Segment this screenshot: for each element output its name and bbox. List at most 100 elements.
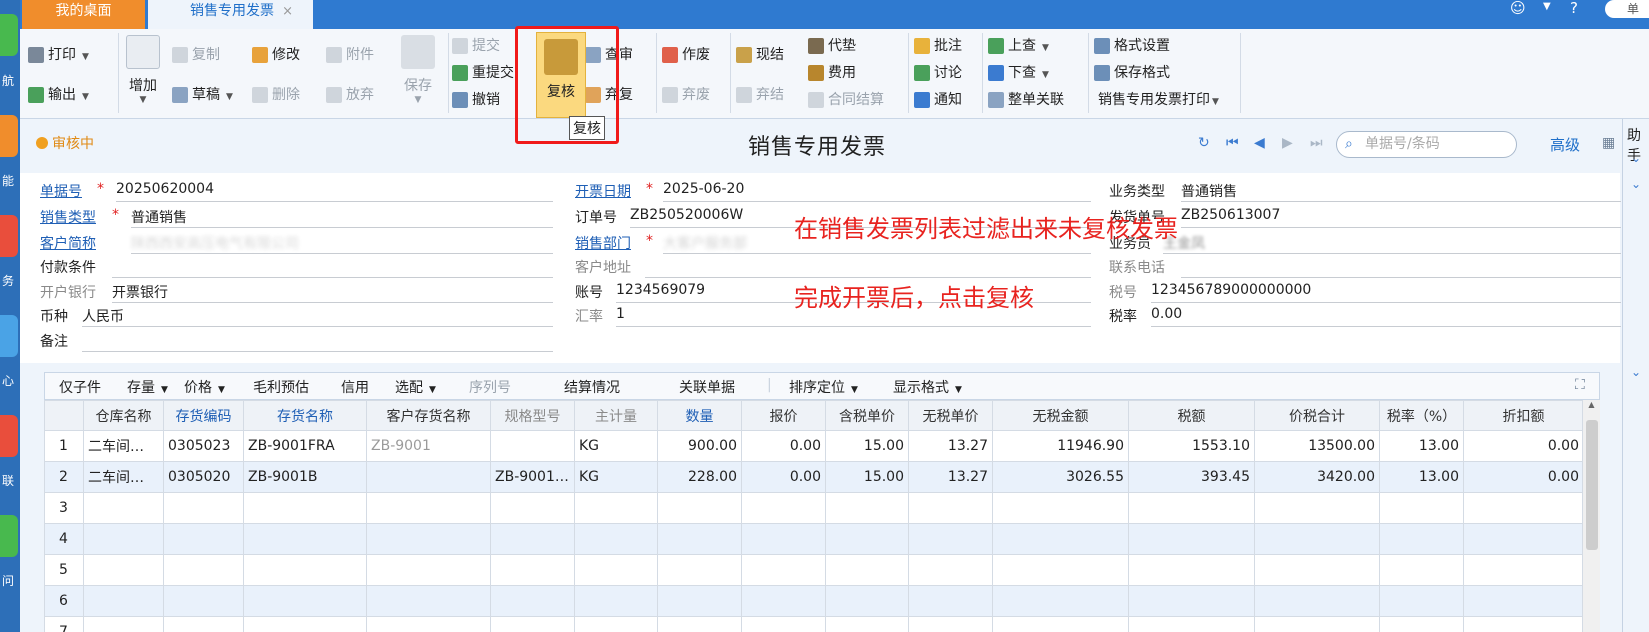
table-cell[interactable]: [908, 554, 993, 586]
column-header[interactable]: 存货编码: [163, 400, 244, 431]
table-cell[interactable]: [1128, 523, 1255, 555]
copy-button[interactable]: 复制: [172, 44, 220, 66]
table-cell[interactable]: 13.27: [908, 430, 993, 462]
attach-button[interactable]: 附件: [326, 44, 374, 66]
settlement-button[interactable]: 结算情况: [564, 377, 620, 397]
close-tab-icon[interactable]: ×: [282, 0, 293, 23]
table-cell[interactable]: [490, 554, 575, 586]
column-header[interactable]: [44, 400, 84, 431]
save-format-button[interactable]: 保存格式: [1094, 62, 1170, 84]
table-cell[interactable]: ZB-9001: [366, 430, 491, 462]
refresh-icon[interactable]: ↻: [1198, 135, 1210, 151]
discuss-button[interactable]: 讨论: [914, 62, 962, 84]
next-record-icon[interactable]: ▶: [1282, 135, 1293, 151]
sort-button[interactable]: 排序定位 ▼: [789, 377, 858, 397]
table-cell[interactable]: 13.27: [908, 461, 993, 493]
table-cell[interactable]: [741, 585, 826, 617]
app-shortcut-icon[interactable]: [0, 14, 18, 56]
table-cell[interactable]: [741, 554, 826, 586]
table-cell[interactable]: [574, 585, 658, 617]
table-cell[interactable]: 15.00: [825, 461, 909, 493]
table-cell[interactable]: [490, 523, 575, 555]
chevron-down-icon[interactable]: ▼: [1212, 97, 1219, 107]
advance-button[interactable]: 代垫: [808, 35, 856, 57]
unvoid-button[interactable]: 弃废: [662, 84, 710, 106]
biz-type-field[interactable]: 普通销售: [1181, 181, 1237, 201]
table-cell[interactable]: 228.00: [657, 461, 742, 493]
chevron-down-icon[interactable]: ▼: [1042, 70, 1049, 80]
table-cell[interactable]: [657, 616, 742, 632]
child-only-button[interactable]: 仅子件: [59, 377, 101, 397]
table-cell[interactable]: [243, 492, 367, 524]
column-header[interactable]: 无税单价: [908, 400, 993, 431]
table-cell[interactable]: [908, 585, 993, 617]
table-cell[interactable]: [366, 492, 491, 524]
table-row[interactable]: 7: [44, 616, 1584, 632]
table-cell[interactable]: [1128, 554, 1255, 586]
table-cell[interactable]: [243, 523, 367, 555]
sales-type-field[interactable]: 普通销售: [131, 207, 187, 227]
remark-field[interactable]: [82, 351, 553, 352]
table-cell[interactable]: 0.00: [1463, 430, 1584, 462]
void-button[interactable]: 作废: [662, 44, 710, 66]
option-button[interactable]: 选配 ▼: [395, 377, 436, 397]
table-cell[interactable]: 393.45: [1128, 461, 1255, 493]
prev-record-icon[interactable]: ◀: [1254, 135, 1265, 151]
stock-button[interactable]: 存量 ▼: [127, 377, 168, 397]
chevron-down-icon[interactable]: ▼: [218, 385, 225, 395]
table-cell[interactable]: [1463, 492, 1584, 524]
link-all-button[interactable]: 整单关联: [988, 89, 1064, 111]
table-cell[interactable]: [992, 554, 1129, 586]
column-header[interactable]: 数量: [657, 400, 742, 431]
contract-settle-button[interactable]: 合同结算: [808, 89, 884, 111]
customer-field[interactable]: 陕西西安高压电气有限公司: [131, 233, 299, 253]
table-cell[interactable]: [1463, 585, 1584, 617]
format-settings-button[interactable]: 格式设置: [1094, 35, 1170, 57]
chevron-down-icon[interactable]: ▼: [955, 385, 962, 395]
table-cell[interactable]: [83, 523, 164, 555]
table-cell[interactable]: [366, 616, 491, 632]
table-cell[interactable]: ZB-9001B: [243, 461, 367, 493]
column-header[interactable]: 规格型号: [490, 400, 575, 431]
table-cell[interactable]: [1254, 492, 1380, 524]
table-cell[interactable]: [908, 616, 993, 632]
column-header[interactable]: 含税单价: [825, 400, 909, 431]
table-cell[interactable]: [992, 523, 1129, 555]
tax-no-field[interactable]: 123456789000000000: [1151, 282, 1311, 298]
table-cell[interactable]: [992, 616, 1129, 632]
chevron-down-icon[interactable]: ▼: [123, 95, 163, 105]
abandon-button[interactable]: 放弃: [326, 84, 374, 106]
chevron-down-icon[interactable]: ⌄: [1631, 177, 1641, 191]
table-cell[interactable]: 13.00: [1379, 461, 1464, 493]
table-cell[interactable]: ZB-9001…: [490, 461, 575, 493]
table-cell[interactable]: 1553.10: [1128, 430, 1255, 462]
table-cell[interactable]: [825, 585, 909, 617]
table-cell[interactable]: 13500.00: [1254, 430, 1380, 462]
table-cell[interactable]: [992, 492, 1129, 524]
table-row[interactable]: 3: [44, 492, 1584, 524]
table-cell[interactable]: [992, 585, 1129, 617]
column-header[interactable]: 仓库名称: [83, 400, 164, 431]
table-cell[interactable]: [1254, 554, 1380, 586]
uncash-settle-button[interactable]: 弃结: [736, 84, 784, 106]
scroll-up-icon[interactable]: ▲: [1583, 400, 1600, 409]
table-cell[interactable]: [83, 585, 164, 617]
bank-field[interactable]: 开票银行: [112, 282, 168, 302]
column-header[interactable]: 税额: [1128, 400, 1255, 431]
table-row[interactable]: 2 二车间… 0305020 ZB-9001B ZB-9001… KG 228.00 0.00…: [44, 461, 1584, 493]
credit-button[interactable]: 信用: [341, 377, 369, 397]
table-cell[interactable]: [1379, 492, 1464, 524]
table-cell[interactable]: [490, 585, 575, 617]
table-cell[interactable]: [163, 585, 244, 617]
table-cell[interactable]: 900.00: [657, 430, 742, 462]
table-cell[interactable]: [825, 554, 909, 586]
column-header[interactable]: 无税金额: [992, 400, 1129, 431]
help-icon[interactable]: ?: [1570, 0, 1578, 29]
table-cell[interactable]: [657, 554, 742, 586]
table-cell[interactable]: 二车间…: [83, 430, 164, 462]
table-cell[interactable]: [657, 492, 742, 524]
table-cell[interactable]: [366, 523, 491, 555]
chevron-down-icon[interactable]: ⌄: [1631, 365, 1641, 379]
doc-no-field[interactable]: 20250620004: [116, 181, 214, 197]
table-cell[interactable]: [490, 616, 575, 632]
